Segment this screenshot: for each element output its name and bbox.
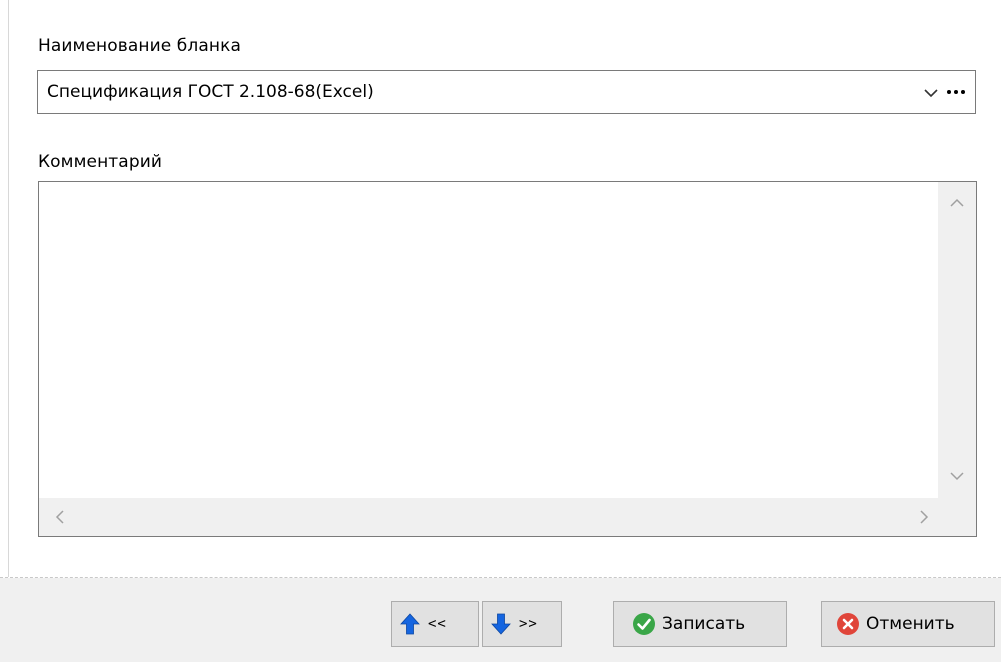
- form-name-label: Наименование бланка: [38, 36, 241, 56]
- scroll-right-icon[interactable]: [915, 508, 933, 526]
- next-label: >>: [519, 616, 538, 632]
- form-name-combobox[interactable]: Спецификация ГОСТ 2.108-68(Excel): [37, 70, 976, 114]
- prev-record-button[interactable]: <<: [391, 601, 479, 647]
- cancel-button[interactable]: Отменить: [821, 601, 995, 647]
- arrow-down-icon: [489, 612, 513, 636]
- cancel-label: Отменить: [866, 614, 955, 634]
- vertical-scrollbar[interactable]: [938, 182, 976, 498]
- chevron-down-icon[interactable]: [923, 85, 939, 99]
- ellipsis-icon[interactable]: [943, 79, 969, 105]
- comment-memo: [38, 181, 977, 537]
- close-circle-icon: [836, 612, 860, 636]
- form-name-value: Спецификация ГОСТ 2.108-68(Excel): [47, 82, 374, 102]
- horizontal-scrollbar[interactable]: [39, 498, 938, 536]
- save-button[interactable]: Записать: [613, 601, 787, 647]
- dialog-window: Наименование бланка Спецификация ГОСТ 2.…: [0, 0, 1001, 662]
- scroll-left-icon[interactable]: [51, 508, 69, 526]
- arrow-up-icon: [398, 612, 422, 636]
- comment-label: Комментарий: [38, 152, 163, 172]
- prev-label: <<: [428, 616, 447, 632]
- next-record-button[interactable]: >>: [482, 601, 562, 647]
- save-label: Записать: [662, 614, 746, 634]
- scroll-corner: [938, 498, 976, 536]
- left-border: [8, 0, 9, 577]
- button-bar: << >> Записать Отменить: [0, 578, 1001, 662]
- scroll-up-icon[interactable]: [948, 194, 966, 212]
- scroll-down-icon[interactable]: [948, 467, 966, 485]
- check-circle-icon: [632, 612, 656, 636]
- comment-textarea[interactable]: [40, 183, 937, 497]
